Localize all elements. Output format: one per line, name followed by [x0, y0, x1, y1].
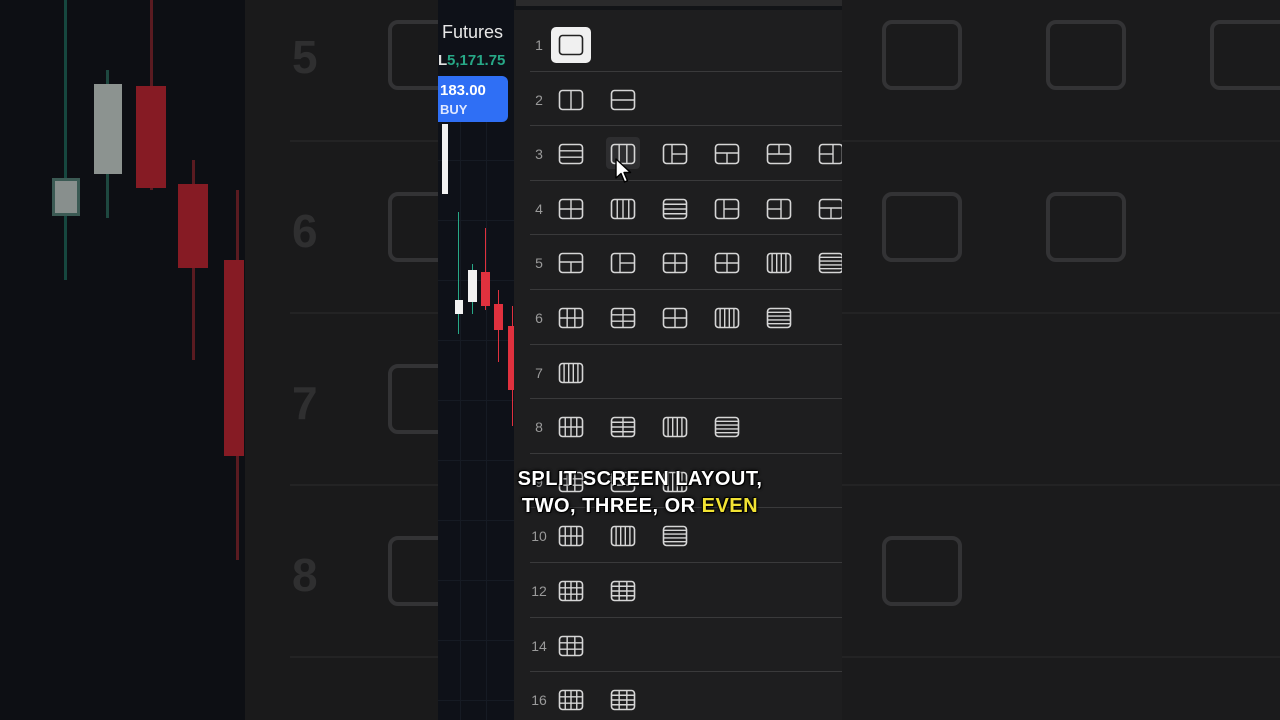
grid-3x2-icon[interactable]	[558, 307, 584, 329]
two-top-plus-bottom-icon[interactable]	[766, 143, 792, 165]
row-divider	[530, 398, 842, 400]
two-left-plus-right-icon[interactable]	[818, 143, 842, 165]
grid-14-icon[interactable]	[558, 635, 584, 657]
ten-rows-icon[interactable]	[662, 525, 688, 547]
row-divider	[530, 70, 842, 72]
layout-row-label: 14	[531, 637, 547, 654]
three-rows-icon[interactable]	[558, 143, 584, 165]
background-zoom-left: 5 6 7 8	[0, 0, 438, 720]
two-rows-icon[interactable]	[610, 89, 636, 111]
six-rows-icon[interactable]	[766, 307, 792, 329]
top-plus-two-bottom-icon[interactable]	[714, 143, 740, 165]
layout-row-label: 8	[535, 419, 543, 436]
top-plus-three-bottom-icon[interactable]	[818, 198, 842, 220]
row-divider	[530, 343, 842, 345]
candle	[481, 272, 490, 306]
left-plus-four-right-icon[interactable]	[610, 252, 636, 274]
four-rows-icon[interactable]	[662, 198, 688, 220]
candle	[494, 304, 503, 330]
last-price: 5,171.75	[447, 52, 506, 69]
grid-2x3-icon[interactable]	[610, 307, 636, 329]
eight-rows-icon[interactable]	[714, 416, 740, 438]
ten-columns-icon[interactable]	[610, 525, 636, 547]
five-columns-icon[interactable]	[766, 252, 792, 274]
background-zoom-right	[842, 0, 1280, 720]
layout-row-label: 10	[531, 528, 547, 545]
layout-row-label: 16	[531, 692, 547, 709]
panel-top-bar	[516, 0, 842, 6]
row-divider	[530, 179, 842, 181]
layout-picker-panel: 1 2 3 4 5 6 7 8 9 10 12 14 16	[514, 10, 842, 720]
grid-4x2-icon[interactable]	[558, 416, 584, 438]
grid-2x2-icon[interactable]	[558, 198, 584, 220]
caption-line-2-text: TWO, THREE, OR	[521, 495, 702, 517]
app-screen: Futures L 5,171.75 183.00 BUY 1234567891…	[438, 0, 842, 720]
four-columns-icon[interactable]	[610, 198, 636, 220]
candle-wick	[458, 212, 459, 334]
row-divider	[530, 289, 842, 290]
single-pane-icon[interactable]	[558, 34, 584, 56]
video-caption: SPLIT SCREEN LAYOUT, TWO, THREE, OR EVEN	[440, 466, 840, 520]
row-divider	[530, 234, 842, 236]
layout-row-label: 7	[535, 364, 543, 381]
row-divider	[530, 452, 842, 454]
left-plus-two-right-icon[interactable]	[662, 143, 688, 165]
layout-row-label: 4	[535, 200, 543, 217]
seven-columns-icon[interactable]	[558, 362, 584, 384]
mouse-cursor-icon	[615, 158, 632, 183]
six-columns-icon[interactable]	[714, 307, 740, 329]
layout-row-label: 2	[535, 91, 543, 108]
left-plus-three-right-icon[interactable]	[714, 198, 740, 220]
two-columns-icon[interactable]	[558, 89, 584, 111]
layout-row-label: 6	[535, 310, 543, 326]
grid-3x4-icon[interactable]	[610, 580, 636, 602]
candle	[468, 270, 477, 302]
six-grid-icon[interactable]	[662, 307, 688, 329]
price-prefix: L	[438, 52, 448, 69]
caption-line-2: TWO, THREE, OR EVEN	[440, 493, 840, 520]
chart-title: Futures	[442, 22, 504, 42]
grid-4x3-icon[interactable]	[558, 580, 584, 602]
row-divider	[530, 671, 842, 673]
layout-row-label: 5	[535, 255, 543, 272]
candle	[442, 124, 448, 194]
layout-row-label: 12	[531, 583, 547, 599]
candle	[455, 300, 463, 314]
row-divider	[530, 125, 842, 127]
grid-5x2-icon[interactable]	[558, 525, 584, 547]
buy-button[interactable]: 183.00 BUY	[438, 76, 508, 122]
row-divider	[530, 562, 842, 563]
three-left-plus-right-icon[interactable]	[766, 198, 792, 220]
layout-row-label: 3	[535, 146, 543, 163]
grid-16a-icon[interactable]	[558, 689, 584, 711]
eight-columns-icon[interactable]	[662, 416, 688, 438]
grid-2x4-icon[interactable]	[610, 416, 636, 438]
caption-highlight: EVEN	[701, 495, 759, 517]
top-plus-four-bottom-icon[interactable]	[558, 252, 584, 274]
five-rows-icon[interactable]	[818, 252, 842, 274]
price-chart[interactable]: Futures L 5,171.75 183.00 BUY	[438, 0, 514, 720]
buy-label: BUY	[440, 102, 468, 117]
grid-4x4-icon[interactable]	[610, 689, 636, 711]
row-divider	[530, 616, 842, 618]
five-grid-a-icon[interactable]	[662, 252, 688, 274]
five-grid-b-icon[interactable]	[714, 252, 740, 274]
video-frame: 5 6 7 8 Futures L 5,171.75 183.00 BUY 1 …	[0, 0, 1280, 720]
caption-line-1: SPLIT SCREEN LAYOUT,	[517, 468, 763, 490]
buy-price: 183.00	[440, 82, 486, 99]
